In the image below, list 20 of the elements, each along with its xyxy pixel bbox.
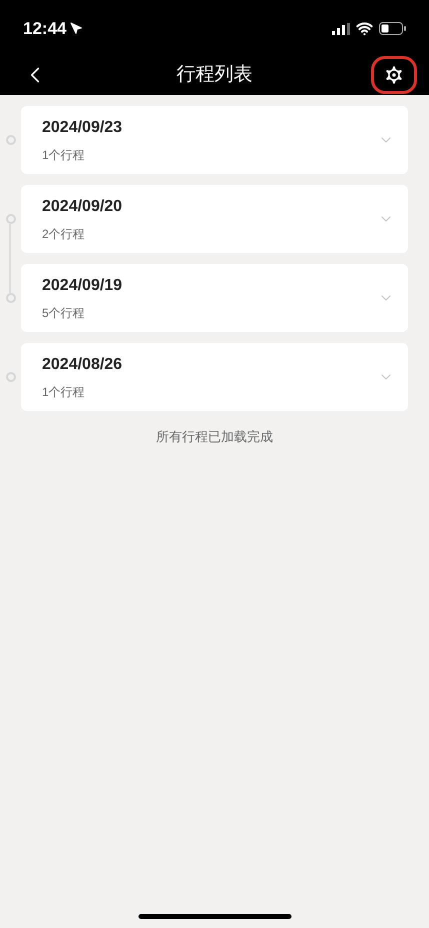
date-card[interactable]: 2024/09/23 1个行程 [21,106,408,174]
location-icon [70,22,84,35]
trip-count: 5个行程 [42,305,86,322]
settings-button[interactable] [371,56,417,94]
signal-icon [332,22,350,34]
date-card[interactable]: 2024/09/19 5个行程 [21,264,408,332]
date-label: 2024/09/19 [42,276,122,296]
date-label: 2024/08/26 [42,355,122,375]
status-time: 12:44 [23,18,66,40]
trip-count: 2个行程 [42,226,86,243]
wifi-icon [356,20,373,37]
loaded-message: 所有行程已加载完成 [156,428,273,446]
battery-icon [379,22,406,35]
page-title: 行程列表 [176,62,252,87]
date-label: 2024/09/23 [42,118,122,138]
date-label: 2024/09/20 [42,197,122,217]
trip-count: 1个行程 [42,384,86,401]
date-card[interactable]: 2024/08/26 1个行程 [21,343,408,411]
trip-count: 1个行程 [42,147,86,164]
date-card[interactable]: 2024/09/20 2个行程 [21,185,408,253]
